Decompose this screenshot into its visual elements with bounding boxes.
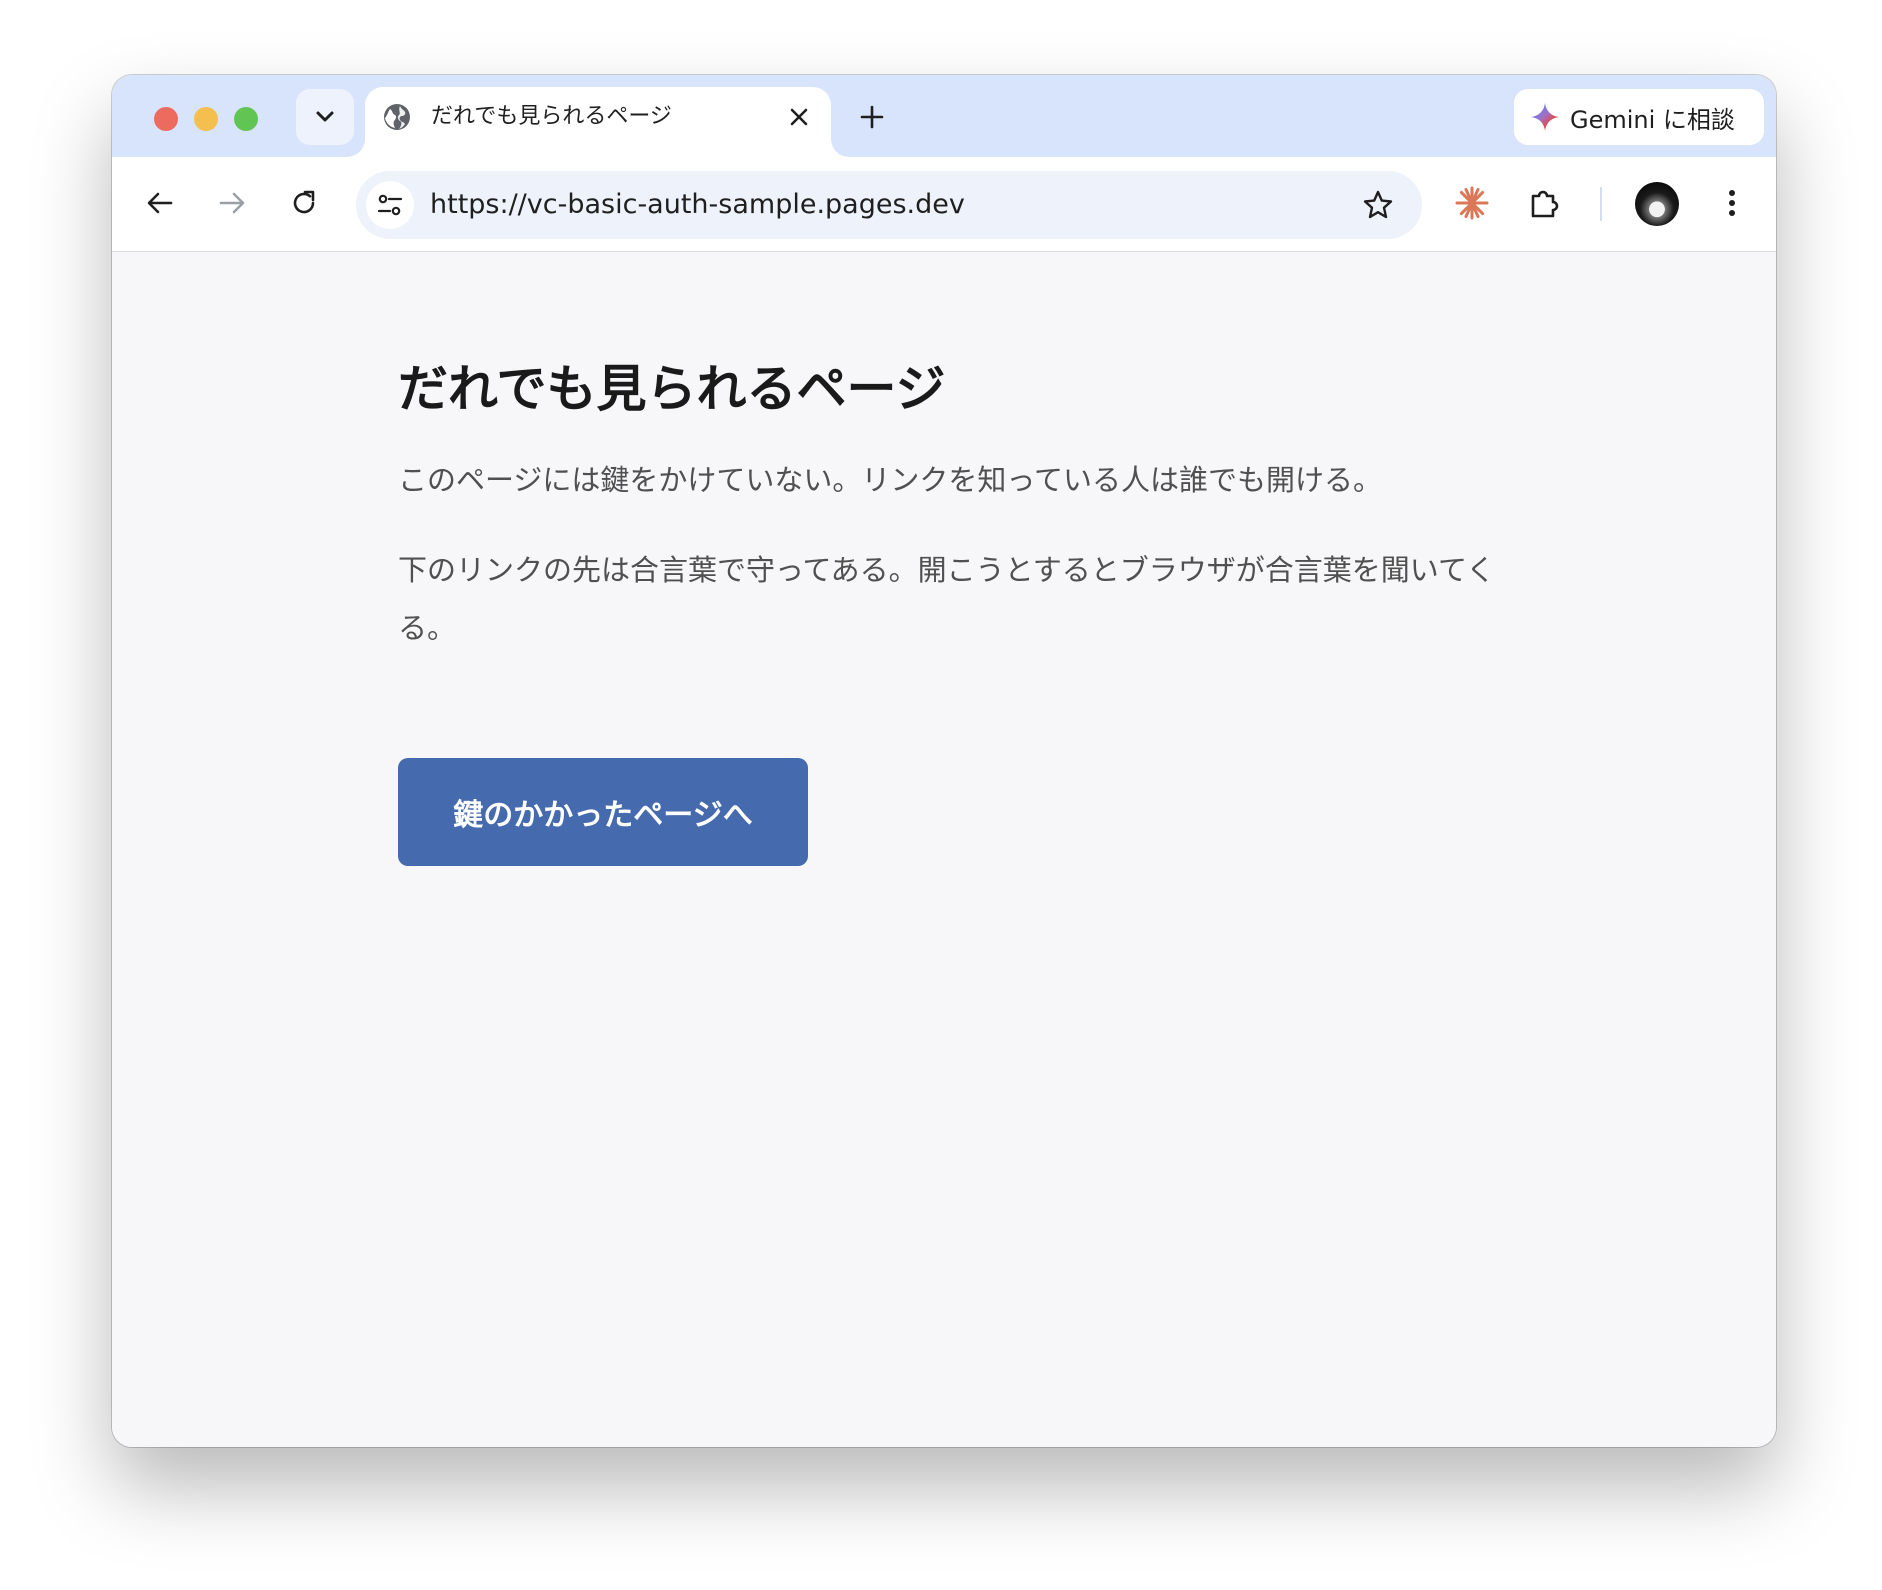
gemini-button[interactable]: Gemini に相談 bbox=[1514, 89, 1764, 145]
new-tab-button[interactable] bbox=[852, 97, 892, 137]
reload-icon bbox=[293, 190, 315, 214]
intro-paragraph: このページには鍵をかけていない。リンクを知っている人は誰でも開ける。 bbox=[398, 463, 1382, 497]
chevron-down-icon bbox=[316, 111, 334, 122]
reload-button[interactable] bbox=[282, 181, 326, 225]
globe-icon bbox=[384, 104, 410, 130]
locked-page-button[interactable]: 鍵のかかったページへ bbox=[398, 758, 808, 866]
zoom-window-button[interactable] bbox=[234, 107, 258, 131]
gemini-label: Gemini に相談 bbox=[1570, 105, 1735, 134]
tab-title: だれでも見られるページ bbox=[431, 104, 672, 129]
tab-close-button[interactable] bbox=[783, 101, 815, 133]
star-icon bbox=[1363, 190, 1393, 219]
extensions-button[interactable] bbox=[1522, 181, 1566, 225]
tune-icon bbox=[377, 194, 403, 216]
browser-window: だれでも見られるページ Gemini に相談 https://vc-basic-… bbox=[112, 75, 1776, 1447]
puzzle-icon bbox=[1531, 190, 1559, 218]
tab-search-button[interactable] bbox=[296, 89, 354, 145]
close-window-button[interactable] bbox=[154, 107, 178, 131]
forward-arrow-icon bbox=[219, 192, 245, 214]
page-title: だれでも見られるページ bbox=[398, 360, 946, 418]
claude-sparkle-icon bbox=[1455, 186, 1489, 220]
forward-button[interactable] bbox=[210, 181, 254, 225]
more-menu-button[interactable] bbox=[1710, 181, 1754, 225]
toolbar-divider bbox=[1600, 187, 1602, 221]
tab-strip: だれでも見られるページ Gemini に相談 bbox=[112, 75, 1776, 169]
site-info-button[interactable] bbox=[366, 181, 414, 229]
address-bar[interactable]: https://vc-basic-auth-sample.pages.dev bbox=[356, 171, 1422, 239]
url-text[interactable]: https://vc-basic-auth-sample.pages.dev bbox=[430, 187, 965, 223]
close-icon bbox=[790, 108, 808, 126]
more-vert-icon bbox=[1729, 190, 1735, 216]
claude-extension-button[interactable] bbox=[1450, 181, 1494, 225]
back-arrow-icon bbox=[147, 192, 173, 214]
back-button[interactable] bbox=[138, 181, 182, 225]
auth-paragraph: 下のリンクの先は合言葉で守ってある。開こうとするとブラウザが合言葉を聞いてくる。 bbox=[398, 553, 1496, 645]
bookmark-button[interactable] bbox=[1358, 185, 1398, 225]
gemini-sparkle-icon bbox=[1531, 103, 1559, 131]
plus-icon bbox=[860, 105, 884, 129]
profile-avatar[interactable] bbox=[1635, 182, 1679, 226]
page-content: だれでも見られるページ このページには鍵をかけていない。リンクを知っている人は誰… bbox=[112, 252, 1776, 1447]
browser-toolbar: https://vc-basic-auth-sample.pages.dev bbox=[112, 157, 1776, 252]
minimize-window-button[interactable] bbox=[194, 107, 218, 131]
